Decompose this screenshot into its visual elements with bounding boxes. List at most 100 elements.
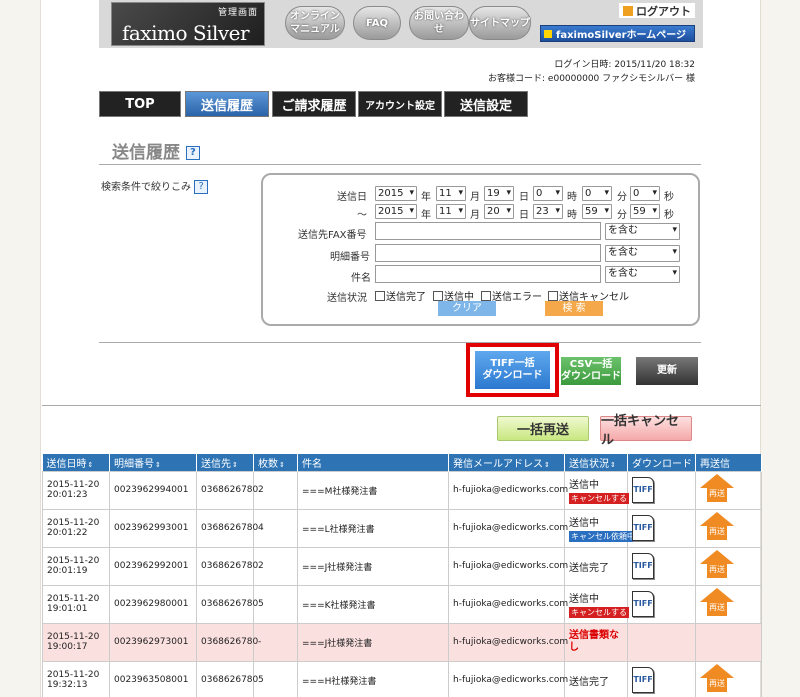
bulk-resend-button[interactable]: 一括再送 [497,416,589,441]
cell-date: 2015-11-20 19:00:17 [42,622,110,662]
bulk-cancel-button[interactable]: 一括キャンセル [600,414,692,448]
faq-link[interactable]: FAQ [353,6,401,40]
resend-label: 再送 [707,561,727,578]
col-pages[interactable]: 枚数⇕ [253,454,298,471]
cell-date: 2015-11-20 19:32:13 [42,660,110,697]
subject-input[interactable] [375,265,601,283]
to-year-select[interactable]: 2015 [375,204,417,219]
resend-arrow-icon[interactable]: 再送 [700,587,734,618]
to-day-select[interactable]: 20 [484,204,514,219]
online-manual-link[interactable]: オンライン マニュアル [285,6,345,40]
year-unit: 年 [421,192,431,203]
divider [42,405,761,406]
cell-pages: - [253,622,298,662]
sort-icon[interactable]: ⇕ [88,461,94,469]
cell-status: 送信中 キャンセルする [564,470,629,510]
refresh-button[interactable]: 更新 [636,357,698,385]
tiff-file-icon[interactable]: TIFF [632,477,654,503]
time-text: 20:01:19 [47,566,88,576]
cancel-badge-button[interactable]: キャンセルする [569,607,629,618]
tab-top[interactable]: TOP [99,91,181,117]
status-label: 送信状況 [327,293,367,304]
date-text: 2015-11-20 [47,480,100,490]
search-button[interactable]: 検 索 [545,301,603,316]
help-icon[interactable]: ? [194,180,209,194]
tab-account-settings[interactable]: アカウント設定 [358,91,442,117]
day-unit: 日 [519,192,529,203]
tiff-file-icon[interactable]: TIFF [632,515,654,541]
from-month-select[interactable]: 11 [436,186,466,201]
to-min-select[interactable]: 59 [582,204,612,219]
col-mail[interactable]: 発信メールアドレス⇕ [448,454,565,471]
min-unit: 分 [617,192,627,203]
from-year-select[interactable]: 2015 [375,186,417,201]
csv-bulk-download-button[interactable]: CSV一括 ダウンロード [561,357,621,385]
cell-resend: 再送 [695,584,762,624]
tab-billing-history[interactable]: ご請求履歴 [272,91,356,117]
cell-status: 送信中 キャンセル依頼中 [564,508,637,548]
sort-icon[interactable]: ⇕ [544,461,550,469]
subject-match-select[interactable]: を含む [605,266,680,283]
cancel-badge-button[interactable]: キャンセル依頼中 [569,531,637,542]
status-error-label: 送信エラー [492,292,542,303]
customer-info: お客様コード: e00000000 ファクシモシルバー 様 [488,74,695,84]
to-month-select[interactable]: 11 [436,204,466,219]
cell-resend: 再送 [695,660,762,697]
cell-mail: h-fujioka@edicworks.com [448,584,568,624]
sort-icon[interactable]: ⇕ [155,461,161,469]
fax-number-input[interactable] [375,222,601,240]
date-text: 2015-11-20 [47,670,100,680]
resend-arrow-icon[interactable]: 再送 [700,549,734,580]
sitemap-link[interactable]: サイトマップ [469,6,531,40]
fax-match-select[interactable]: を含む [605,223,680,240]
resend-label: 再送 [707,485,727,502]
tab-send-settings[interactable]: 送信設定 [444,91,528,117]
col-date[interactable]: 送信日時⇕ [42,454,110,471]
help-icon[interactable]: ? [185,146,200,160]
col-id[interactable]: 明細番号⇕ [109,454,197,471]
to-sec-select[interactable]: 59 [630,204,660,219]
tab-send-history[interactable]: 送信履歴 [185,91,269,117]
checkbox[interactable] [375,290,385,301]
cell-download: TIFF [627,470,696,510]
tiff-file-icon[interactable]: TIFF [632,553,654,579]
detail-match-select[interactable]: を含む [605,245,680,262]
from-sec-select[interactable]: 0 [630,186,660,201]
date-text: 2015-11-20 [47,556,100,566]
tiff-file-icon[interactable]: TIFF [632,591,654,617]
resend-arrow-icon[interactable]: 再送 [700,473,734,504]
checkbox[interactable] [433,290,443,301]
time-text: 19:01:01 [47,604,88,614]
from-min-select[interactable]: 0 [582,186,612,201]
resend-label: 再送 [707,599,727,616]
to-hour-select[interactable]: 23 [533,204,563,219]
resend-arrow-icon[interactable]: 再送 [700,663,734,694]
status-completed-checkbox[interactable]: 送信完了 [375,288,426,303]
sort-icon[interactable]: ⇕ [610,461,616,469]
checkbox[interactable] [548,290,558,301]
detail-number-input[interactable] [375,244,601,262]
sort-icon[interactable]: ⇕ [279,461,285,469]
col-to[interactable]: 送信先⇕ [196,454,254,471]
time-text: 19:32:13 [47,680,88,690]
cell-status: 送信書類なし [564,622,628,662]
cell-id: 0023962993001 [109,508,197,548]
cell-resend: 再送 [695,546,762,586]
cancel-badge-button[interactable]: キャンセルする [569,493,629,504]
from-hour-select[interactable]: 0 [533,186,563,201]
sort-icon[interactable]: ⇕ [232,461,238,469]
contact-link[interactable]: お問い合わせ [409,6,469,40]
cell-download: TIFF [627,584,696,624]
status-text: 送信完了 [569,676,609,688]
from-day-select[interactable]: 19 [484,186,514,201]
cell-subject: ===L社様発注書 [297,508,449,548]
col-status[interactable]: 送信状況⇕ [564,454,628,471]
clear-button[interactable]: クリア [438,301,496,316]
cell-date: 2015-11-20 20:01:19 [42,546,110,586]
tiff-file-icon[interactable]: TIFF [632,667,654,693]
faximo-logo[interactable]: 管理画面 faximo Silver [111,2,265,46]
resend-arrow-icon[interactable]: 再送 [700,511,734,542]
home-page-link[interactable]: faximoSilverホームページ [540,25,695,42]
checkbox[interactable] [481,290,491,301]
logout-button[interactable]: ログアウト [619,3,695,18]
